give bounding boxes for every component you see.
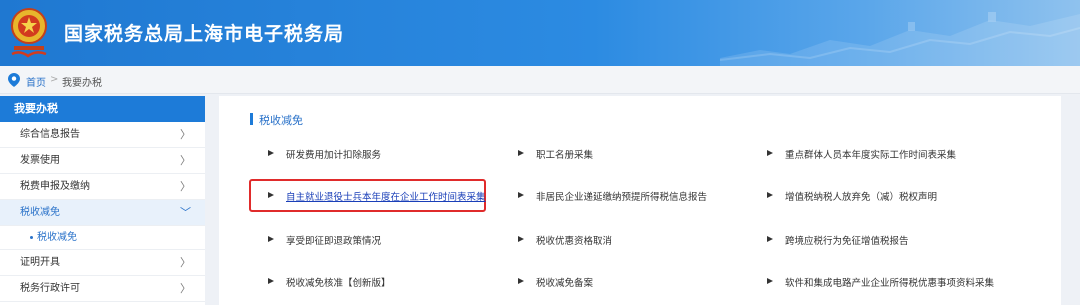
bullet-arrow-icon [767, 150, 773, 156]
tax-emblem-icon [11, 8, 47, 58]
breadcrumb-home-link[interactable]: 首页 [26, 74, 46, 89]
bullet-arrow-icon [518, 150, 524, 156]
bullet-arrow-icon [518, 278, 524, 284]
sidebar-item-tax-relief[interactable]: 税收减免 ﹀ [0, 200, 205, 226]
breadcrumb-current: 我要办税 [62, 78, 102, 89]
chevron-right-icon: 〉 [180, 256, 191, 269]
chevron-right-icon: 〉 [180, 282, 191, 295]
bullet-arrow-icon [518, 192, 524, 198]
sidebar-item-admin-license[interactable]: 税务行政许可 〉 [0, 276, 205, 302]
bullet-arrow-icon [767, 278, 773, 284]
service-link-vat-waiver[interactable]: 增值税纳税人放弃免（减）税权声明 [767, 189, 937, 203]
bullet-arrow-icon [268, 192, 274, 198]
bullet-arrow-icon [767, 192, 773, 198]
bullet-dot-icon [30, 235, 33, 239]
service-link-veteran-worktime[interactable]: 自主就业退役士兵本年度在企业工作时间表采集 [268, 189, 486, 203]
chevron-right-icon: 〉 [180, 128, 191, 141]
service-link-rd-deduction[interactable]: 研发费用加计扣除服务 [268, 147, 381, 161]
sidebar-item-label: 发票使用 [20, 155, 60, 166]
sidebar-item-label: 税费申报及缴纳 [20, 181, 90, 192]
service-link-instant-refund-policy[interactable]: 享受即征即退政策情况 [268, 233, 381, 247]
main-panel: 税收减免 研发费用加计扣除服务 职工名册采集 重点群体人员本年度实际工作时间表采… [219, 96, 1061, 305]
sidebar-item-label: 税务行政许可 [20, 283, 80, 294]
section-accent-bar [250, 113, 253, 125]
sidebar-item-invoice-use[interactable]: 发票使用 〉 [0, 148, 205, 174]
service-link-relief-approval[interactable]: 税收减免核准【创新版】 [268, 275, 391, 289]
service-link-relief-filing[interactable]: 税收减免备案 [518, 275, 593, 289]
bullet-arrow-icon [268, 278, 274, 284]
bullet-arrow-icon [268, 236, 274, 242]
breadcrumb: 首页 > 我要办税 [0, 66, 1080, 94]
sidebar-item-comprehensive-report[interactable]: 综合信息报告 〉 [0, 122, 205, 148]
bullet-arrow-icon [268, 150, 274, 156]
sidebar-subitem-label: 税收减免 [37, 232, 77, 243]
sidebar-item-label: 证明开具 [20, 257, 60, 268]
sidebar-heading: 我要办税 [0, 96, 205, 122]
service-link-nonresident-deferral[interactable]: 非居民企业递延缴纳预提所得税信息报告 [518, 189, 707, 203]
section-title: 税收减免 [259, 114, 303, 127]
chevron-down-icon: ﹀ [180, 206, 191, 219]
service-link-key-groups-worktime[interactable]: 重点群体人员本年度实际工作时间表采集 [767, 147, 956, 161]
bullet-arrow-icon [767, 236, 773, 242]
sidebar-item-tax-filing[interactable]: 税费申报及缴纳 〉 [0, 174, 205, 200]
chevron-right-icon: 〉 [180, 180, 191, 193]
breadcrumb-separator: > [50, 74, 59, 85]
service-link-employee-roster[interactable]: 职工名册采集 [518, 147, 593, 161]
service-link-software-ic-preference[interactable]: 软件和集成电路产业企业所得税优惠事项资料采集 [767, 275, 994, 289]
service-link-preference-cancel[interactable]: 税收优惠资格取消 [518, 233, 612, 247]
sidebar-item-certificate[interactable]: 证明开具 〉 [0, 250, 205, 276]
sidebar-subitem-tax-relief[interactable]: 税收减免 [0, 226, 205, 250]
sidebar: 我要办税 综合信息报告 〉 发票使用 〉 税费申报及缴纳 〉 税收减免 ﹀ 税收… [0, 96, 205, 305]
sidebar-item-label: 综合信息报告 [20, 129, 80, 140]
bullet-arrow-icon [518, 236, 524, 242]
chevron-right-icon: 〉 [180, 154, 191, 167]
site-header: 国家税务总局上海市电子税务局 [0, 0, 1080, 66]
site-title: 国家税务总局上海市电子税务局 [64, 23, 345, 45]
great-wall-decoration [720, 12, 1080, 66]
location-pin-icon [8, 73, 20, 87]
sidebar-item-label: 税收减免 [20, 207, 60, 218]
service-link-crossborder-vat[interactable]: 跨境应税行为免征增值税报告 [767, 233, 909, 247]
